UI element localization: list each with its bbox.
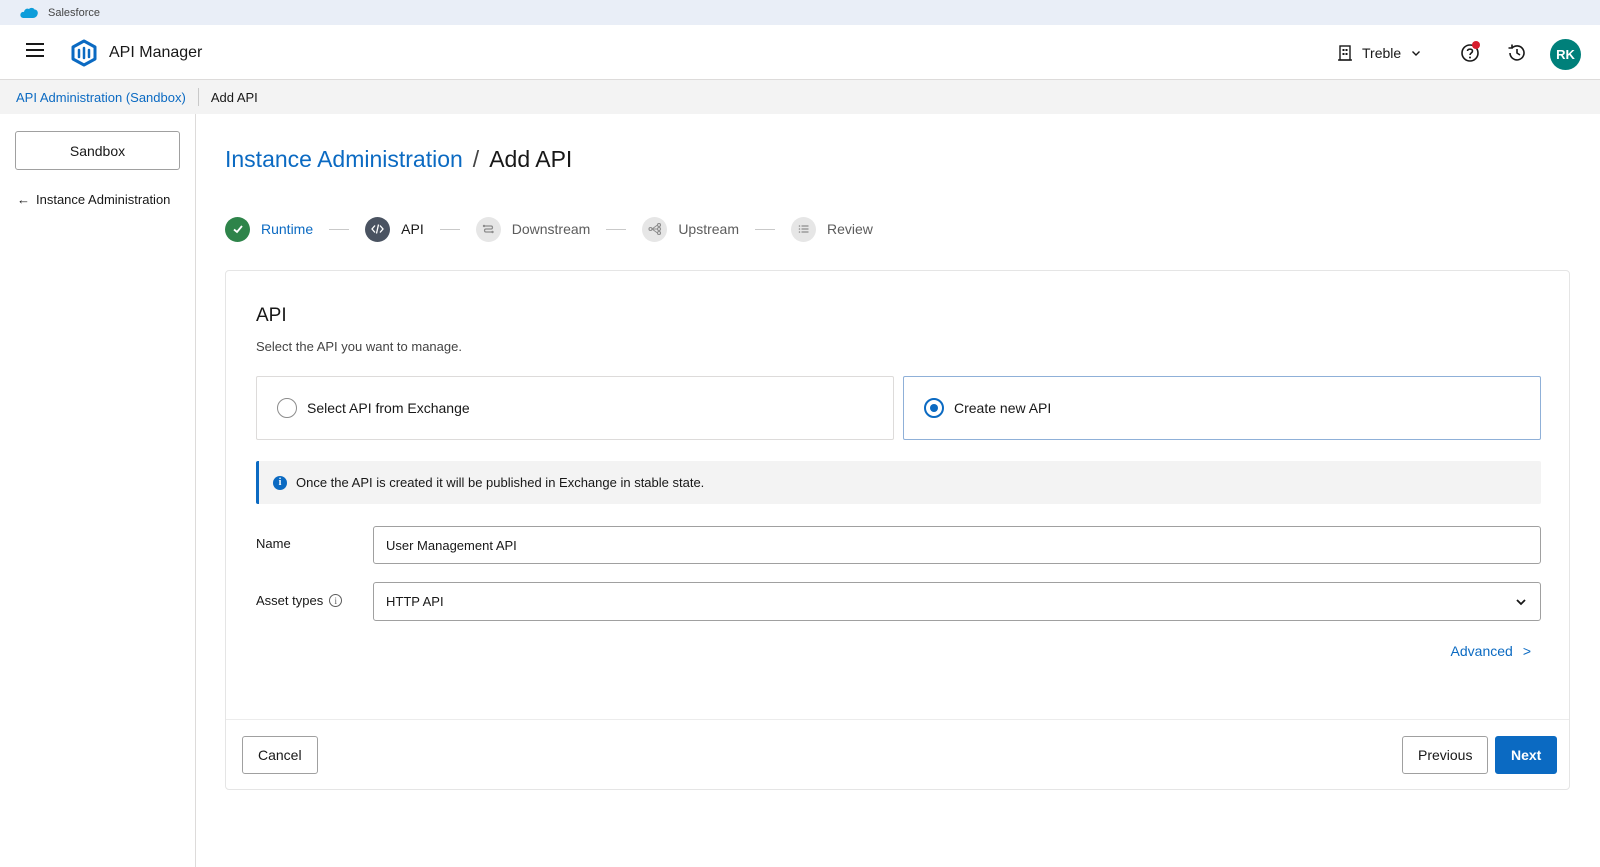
option-create-new-api[interactable]: Create new API <box>903 376 1541 440</box>
breadcrumb-divider <box>197 88 199 106</box>
asset-types-value: HTTP API <box>386 594 444 609</box>
info-tooltip-icon[interactable]: i <box>329 594 343 607</box>
step-upstream[interactable]: Upstream <box>642 216 739 242</box>
step-label: Downstream <box>511 221 591 237</box>
page-title-current: Add API <box>489 146 573 172</box>
step-label: Upstream <box>678 221 739 237</box>
app-title: API Manager <box>109 44 203 61</box>
asset-types-label: Asset types i <box>256 593 343 608</box>
footer-divider <box>226 719 1569 720</box>
asset-types-label-text: Asset types <box>256 593 324 608</box>
breadcrumb: API Administration (Sandbox) Add API <box>0 80 1600 114</box>
step-connector <box>439 228 460 230</box>
advanced-label: Advanced <box>1450 643 1513 659</box>
name-label: Name <box>256 536 291 551</box>
upstream-icon <box>642 216 668 242</box>
browser-tab-bar: Salesforce <box>0 0 1600 25</box>
app-header: API Manager Treble RK <box>0 25 1600 80</box>
name-input[interactable] <box>373 526 1541 564</box>
info-message: Once the API is created it will be publi… <box>296 475 705 490</box>
section-subtitle: Select the API you want to manage. <box>256 339 462 354</box>
downstream-icon <box>475 216 501 242</box>
code-icon <box>365 216 391 242</box>
history-clock-icon[interactable] <box>1507 43 1527 63</box>
org-name: Treble <box>1362 45 1402 61</box>
salesforce-cloud-icon <box>20 7 38 18</box>
sidebar: Sandbox ← Instance Administration <box>0 114 196 867</box>
page-title-link[interactable]: Instance Administration <box>225 146 463 172</box>
chevron-down-icon <box>1412 51 1421 56</box>
menu-icon[interactable] <box>26 43 44 59</box>
back-to-instance-administration-link[interactable]: ← Instance Administration <box>17 192 170 207</box>
brand-label: Salesforce <box>48 6 100 19</box>
check-icon <box>225 216 250 242</box>
api-manager-logo-icon <box>71 39 97 67</box>
breadcrumb-current: Add API <box>210 89 258 105</box>
step-label: Runtime <box>261 221 314 237</box>
radio-label: Select API from Exchange <box>307 400 470 416</box>
building-icon <box>1338 45 1352 61</box>
step-review[interactable]: Review <box>791 216 873 242</box>
section-title: API <box>256 305 287 326</box>
step-connector <box>606 228 627 230</box>
chevron-down-icon <box>1516 599 1526 606</box>
notification-dot <box>1472 41 1480 49</box>
step-connector <box>755 228 775 230</box>
chevron-right-icon: > <box>1522 643 1531 659</box>
page-title: Instance Administration / Add API <box>225 146 572 173</box>
step-api[interactable]: API <box>365 216 424 242</box>
radio-button[interactable] <box>277 398 297 418</box>
step-downstream[interactable]: Downstream <box>475 216 591 242</box>
radio-label: Create new API <box>954 400 1052 416</box>
api-form-card: API Select the API you want to manage. S… <box>225 270 1570 790</box>
page-title-separator: / <box>472 146 480 172</box>
wizard-stepper: Runtime API Downstream Upstream Review <box>225 216 873 242</box>
step-label: Review <box>827 221 873 237</box>
environment-button[interactable]: Sandbox <box>15 131 180 170</box>
cancel-button[interactable]: Cancel <box>242 736 318 774</box>
info-icon: i <box>273 475 287 490</box>
next-button[interactable]: Next <box>1495 736 1558 774</box>
step-runtime[interactable]: Runtime <box>225 216 314 242</box>
info-banner: i Once the API is created it will be pub… <box>256 461 1541 504</box>
radio-button[interactable] <box>924 398 944 418</box>
breadcrumb-parent-link[interactable]: API Administration (Sandbox) <box>16 90 186 105</box>
org-switcher[interactable]: Treble <box>1338 42 1421 64</box>
user-avatar[interactable]: RK <box>1550 39 1581 70</box>
asset-types-select[interactable]: HTTP API <box>373 582 1541 621</box>
back-link-label: Instance Administration <box>36 192 171 207</box>
advanced-link[interactable]: Advanced > <box>1451 643 1531 659</box>
list-icon <box>791 216 816 242</box>
option-select-from-exchange[interactable]: Select API from Exchange <box>256 376 894 440</box>
step-label: API <box>401 221 424 237</box>
arrow-left-icon: ← <box>17 192 30 207</box>
previous-button[interactable]: Previous <box>1402 736 1489 774</box>
step-connector <box>329 228 350 230</box>
